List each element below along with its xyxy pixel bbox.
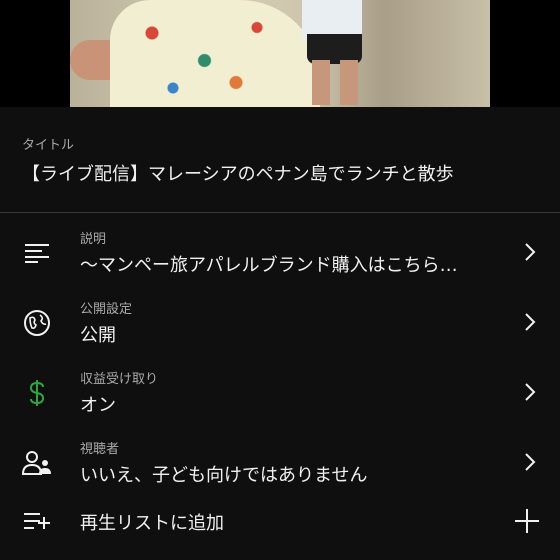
audience-value: いいえ、子ども向けではありません (80, 465, 368, 486)
audience-person-icon (22, 448, 52, 478)
plus-icon[interactable] (514, 508, 540, 534)
chevron-right-icon (525, 383, 536, 401)
dollar-icon (22, 378, 52, 408)
visibility-row[interactable]: 公開設定 公開 (0, 288, 560, 356)
visibility-label: 公開設定 (80, 302, 133, 317)
title-label: タイトル (22, 138, 75, 153)
audience-label: 視聴者 (80, 442, 120, 457)
thumbnail-shirt (110, 0, 320, 107)
description-value: 〜マンペー旅アパレルブランド購入はこちら… (80, 255, 458, 276)
description-lines-icon (22, 238, 52, 268)
chevron-right-icon (525, 453, 536, 471)
chevron-right-icon (525, 313, 536, 331)
monetization-value: オン (80, 395, 116, 416)
video-thumbnail-area (0, 0, 560, 107)
title-field[interactable]: タイトル 【ライブ配信】マレーシアのペナン島でランチと散歩 (0, 107, 560, 212)
description-row[interactable]: 説明 〜マンペー旅アパレルブランド購入はこちら… (0, 218, 560, 286)
monetization-label: 収益受け取り (80, 372, 159, 387)
thumbnail-background-person (302, 0, 372, 105)
chevron-right-icon (525, 243, 536, 261)
add-to-playlist-icon (22, 506, 52, 536)
monetization-row[interactable]: 収益受け取り オン (0, 358, 560, 426)
audience-row[interactable]: 視聴者 いいえ、子ども向けではありません (0, 428, 560, 496)
description-label: 説明 (80, 232, 107, 247)
title-value[interactable]: 【ライブ配信】マレーシアのペナン島でランチと散歩 (22, 160, 454, 186)
add-to-playlist-label: 再生リストに追加 (80, 513, 224, 534)
video-thumbnail (70, 0, 490, 107)
add-to-playlist-row[interactable]: 再生リストに追加 (0, 492, 560, 552)
visibility-value: 公開 (80, 325, 116, 346)
section-divider (0, 212, 560, 213)
globe-icon (22, 308, 52, 338)
